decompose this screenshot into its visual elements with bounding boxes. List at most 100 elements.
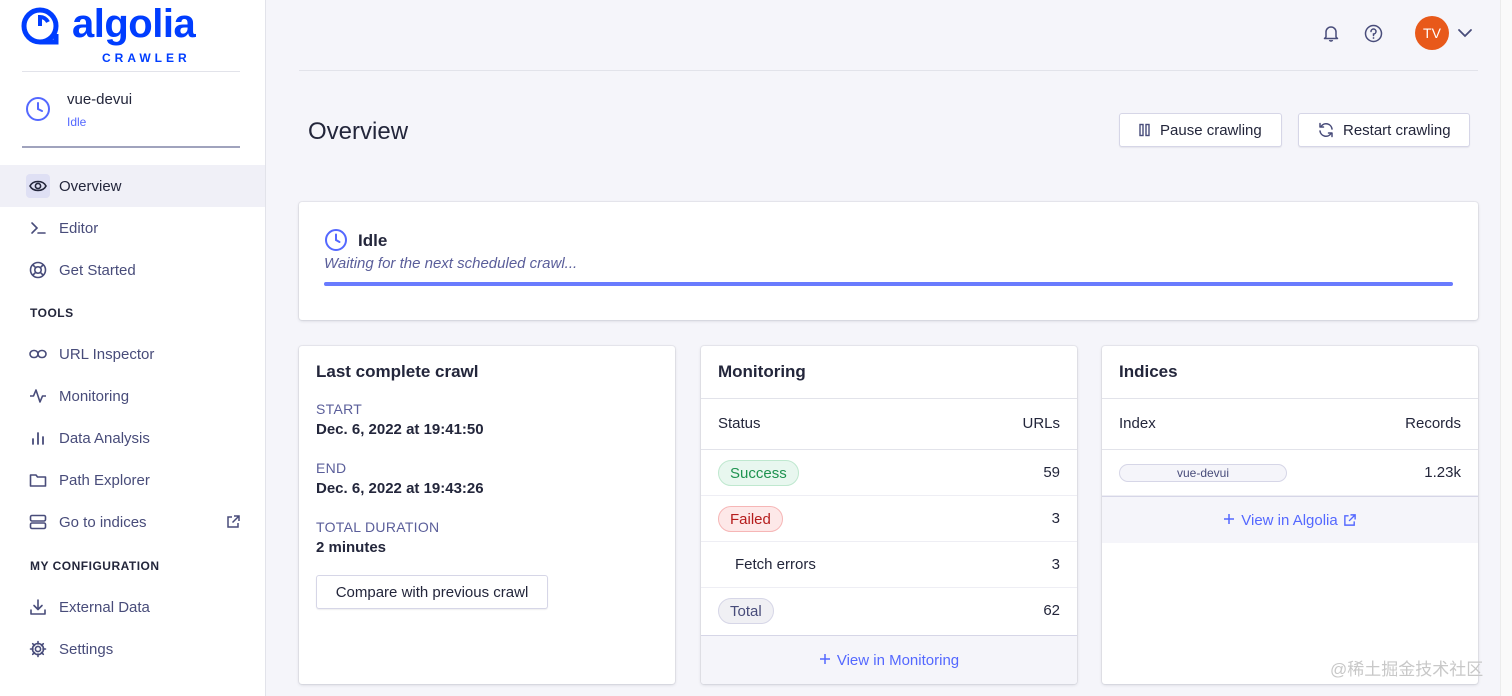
activity-icon [28,386,48,406]
crawler-status: Idle [67,115,87,129]
column-header-records: Records [1405,415,1461,432]
status-badge-total: Total [718,598,774,624]
section-title-tools: TOOLS [30,306,74,320]
card-title: Monitoring [718,362,806,381]
user-avatar[interactable]: TV [1415,16,1449,50]
table-header: Index Records [1102,398,1478,450]
compare-previous-crawl-button[interactable]: Compare with previous crawl [316,575,548,609]
pause-crawling-button[interactable]: Pause crawling [1119,113,1282,147]
crawler-status-card: Idle Waiting for the next scheduled craw… [299,202,1478,320]
download-icon [28,597,48,617]
sidebar-item-external-data[interactable]: External Data [0,586,265,628]
bar-chart-icon [28,428,48,448]
sidebar-item-label: Monitoring [59,387,130,405]
sidebar: algolia CRAWLER vue-devui Idle Overview … [0,0,266,696]
pause-crawling-label: Pause crawling [1160,121,1262,139]
progress-bar-fill [324,282,1453,286]
scrollbar[interactable] [1500,0,1512,696]
end-label: END [316,460,347,476]
crawler-name: vue-devui [67,91,133,108]
start-label: START [316,401,363,417]
monitoring-card: Monitoring Status URLs Success 59 Failed… [701,346,1077,684]
indices-card: Indices Index Records vue-devui 1.23k Vi… [1102,346,1478,684]
clock-icon [26,97,50,121]
index-name-badge: vue-devui [1119,464,1287,482]
page-title: Overview [308,118,409,145]
link-icon [28,344,48,364]
sidebar-item-label: Get Started [59,261,136,279]
duration-label: TOTAL DURATION [316,519,440,535]
link-label: View in Algolia [1241,511,1338,529]
sidebar-item-monitoring[interactable]: Monitoring [0,375,265,417]
gear-icon [28,639,48,659]
sidebar-item-label: Editor [59,219,99,237]
restart-crawling-label: Restart crawling [1343,121,1451,139]
notifications-bell-icon[interactable] [1320,22,1342,44]
table-row-failed[interactable]: Failed 3 [701,496,1077,542]
algolia-logo-icon [21,7,59,45]
end-value: Dec. 6, 2022 at 19:43:26 [316,480,484,497]
sidebar-item-editor[interactable]: Editor [0,207,265,249]
start-value: Dec. 6, 2022 at 19:41:50 [316,421,484,438]
status-subtitle: Waiting for the next scheduled crawl... [324,255,578,272]
eye-icon [26,174,50,198]
algolia-crawler-logo[interactable]: algolia CRAWLER [20,2,240,68]
folder-icon [28,470,48,490]
table-row-total[interactable]: Total 62 [701,588,1077,634]
plus-icon [819,652,831,669]
sidebar-item-label: Data Analysis [59,429,150,447]
server-icon [28,512,48,532]
row-value: 59 [1043,464,1060,481]
refresh-icon [1317,121,1335,139]
plus-icon [1223,512,1235,529]
section-title-configuration: MY CONFIGURATION [30,559,160,573]
view-in-algolia-link[interactable]: View in Algolia [1102,496,1478,543]
column-header-status: Status [718,415,761,432]
table-header: Status URLs [701,398,1077,450]
crawler-selector[interactable]: vue-devui Idle [22,86,240,148]
sidebar-item-label: Settings [59,640,114,658]
progress-bar [324,282,1453,286]
sidebar-item-overview[interactable]: Overview [0,165,265,207]
pause-icon [1138,123,1152,137]
status-badge-failed: Failed [718,506,783,532]
divider [22,71,240,72]
row-value: 62 [1043,602,1060,619]
sidebar-item-path-explorer[interactable]: Path Explorer [0,459,265,501]
sidebar-item-label: Go to indices [59,513,147,531]
help-icon[interactable] [1362,22,1384,44]
restart-crawling-button[interactable]: Restart crawling [1298,113,1470,147]
sidebar-item-data-analysis[interactable]: Data Analysis [0,417,265,459]
lifebuoy-icon [28,260,48,280]
sidebar-item-settings[interactable]: Settings [0,628,265,670]
sidebar-item-get-started[interactable]: Get Started [0,249,265,291]
sidebar-item-label: Path Explorer [59,471,150,489]
card-title: Indices [1119,362,1178,381]
sidebar-item-url-inspector[interactable]: URL Inspector [0,333,265,375]
header-divider [299,70,1478,71]
duration-value: 2 minutes [316,539,387,556]
clock-icon [325,229,347,251]
view-in-monitoring-link[interactable]: View in Monitoring [701,635,1077,684]
sidebar-item-label: URL Inspector [59,345,155,363]
table-row-success[interactable]: Success 59 [701,450,1077,496]
status-badge-success: Success [718,460,799,486]
terminal-icon [28,218,48,238]
row-value: 3 [1051,556,1060,573]
table-row-fetch-errors[interactable]: Fetch errors 3 [701,542,1077,588]
chevron-down-icon[interactable] [1456,24,1474,42]
sidebar-item-label: External Data [59,598,150,616]
sidebar-item-go-to-indices[interactable]: Go to indices [0,501,265,543]
status-title: Idle [358,231,388,250]
records-value: 1.23k [1424,464,1461,481]
external-link-icon [1343,513,1357,527]
column-header-urls: URLs [1022,415,1060,432]
row-label: Fetch errors [735,556,816,573]
table-row[interactable]: vue-devui 1.23k [1102,450,1478,496]
external-link-icon [226,514,241,534]
column-header-index: Index [1119,415,1156,432]
watermark: @稀土掘金技术社区 [1330,660,1484,679]
card-title: Last complete crawl [316,362,479,381]
logo-product-name: CRAWLER [102,51,191,65]
row-value: 3 [1051,510,1060,527]
